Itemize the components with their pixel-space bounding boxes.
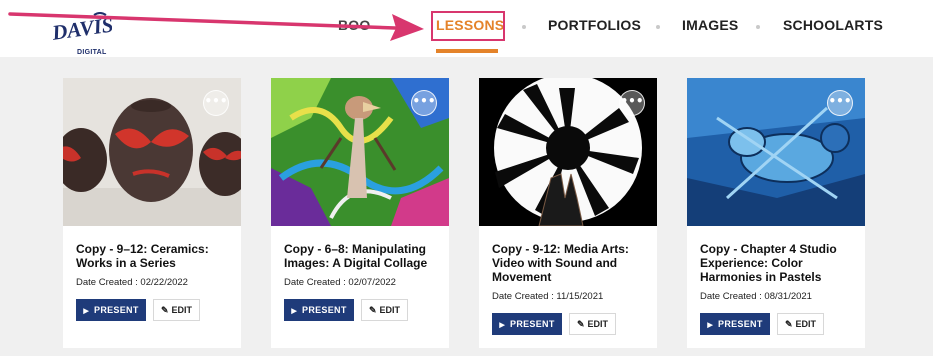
date-created: Date Created : 02/22/2022 [76, 277, 188, 288]
present-label: PRESENT [510, 319, 555, 329]
present-label: PRESENT [718, 319, 763, 329]
lesson-title[interactable]: Copy - 9–12: Ceramics: Works in a Series [76, 242, 234, 270]
nav-separator [656, 25, 660, 29]
davis-digital-logo[interactable]: DAVIS DIGITAL [50, 9, 112, 56]
pencil-icon: ✎ [160, 305, 169, 315]
active-tab-underline [436, 49, 498, 53]
more-options-button[interactable]: ••• [827, 90, 853, 116]
nav-item-schoolarts[interactable]: SCHOOLARTS [783, 17, 883, 33]
main-nav: BOO LESSONS PORTFOLIOS IMAGES SCHOOLARTS [338, 0, 933, 57]
lesson-thumbnail[interactable]: ••• [479, 78, 657, 226]
present-button[interactable]: ▶ PRESENT [700, 313, 770, 335]
present-button[interactable]: ▶ PRESENT [492, 313, 562, 335]
edit-button[interactable]: ✎ EDIT [361, 299, 408, 321]
more-options-button[interactable]: ••• [619, 90, 645, 116]
edit-label: EDIT [795, 319, 817, 329]
lesson-thumbnail[interactable]: ••• [687, 78, 865, 226]
edit-button[interactable]: ✎ EDIT [569, 313, 616, 335]
nav-item-portfolios[interactable]: PORTFOLIOS [548, 17, 641, 33]
annotation-highlight-box [431, 11, 505, 41]
play-icon: ▶ [707, 322, 714, 329]
lesson-title[interactable]: Copy - Chapter 4 Studio Experience: Colo… [700, 242, 858, 284]
edit-label: EDIT [171, 305, 193, 315]
lesson-card[interactable]: ••• Copy - 6–8: Manipulating Images: A D… [271, 78, 449, 348]
present-button[interactable]: ▶ PRESENT [284, 299, 354, 321]
more-options-button[interactable]: ••• [203, 90, 229, 116]
svg-text:DAVIS: DAVIS [50, 12, 112, 44]
edit-button[interactable]: ✎ EDIT [153, 299, 200, 321]
lesson-thumbnail[interactable]: ••• [63, 78, 241, 226]
play-icon: ▶ [83, 308, 90, 315]
edit-label: EDIT [587, 319, 609, 329]
logo-subtitle: DIGITAL [77, 49, 107, 56]
date-created: Date Created : 11/15/2021 [492, 291, 604, 302]
play-icon: ▶ [291, 308, 298, 315]
date-created: Date Created : 08/31/2021 [700, 291, 812, 302]
nav-item-images[interactable]: IMAGES [682, 17, 738, 33]
site-header: DAVIS DIGITAL BOO LESSONS PORTFOLIOS IMA… [0, 0, 933, 57]
edit-label: EDIT [379, 305, 401, 315]
present-label: PRESENT [94, 305, 139, 315]
present-button[interactable]: ▶ PRESENT [76, 299, 146, 321]
lesson-thumbnail[interactable]: ••• [271, 78, 449, 226]
more-options-button[interactable]: ••• [411, 90, 437, 116]
pencil-icon: ✎ [368, 305, 377, 315]
lesson-card[interactable]: ••• Copy - 9-12: Media Arts: Video with … [479, 78, 657, 348]
nav-separator [522, 25, 526, 29]
nav-item-books[interactable]: BOO [338, 17, 371, 33]
present-label: PRESENT [302, 305, 347, 315]
pencil-icon: ✎ [784, 319, 793, 329]
lesson-title[interactable]: Copy - 6–8: Manipulating Images: A Digit… [284, 242, 442, 270]
pencil-icon: ✎ [576, 319, 585, 329]
edit-button[interactable]: ✎ EDIT [777, 313, 824, 335]
nav-separator [756, 25, 760, 29]
lesson-card[interactable]: ••• Copy - Chapter 4 Studio Experience: … [687, 78, 865, 348]
date-created: Date Created : 02/07/2022 [284, 277, 396, 288]
play-icon: ▶ [499, 322, 506, 329]
lesson-card[interactable]: ••• Copy - 9–12: Ceramics: Works in a Se… [63, 78, 241, 348]
davis-logo-mark: DAVIS [50, 12, 112, 45]
lesson-title[interactable]: Copy - 9-12: Media Arts: Video with Soun… [492, 242, 650, 284]
